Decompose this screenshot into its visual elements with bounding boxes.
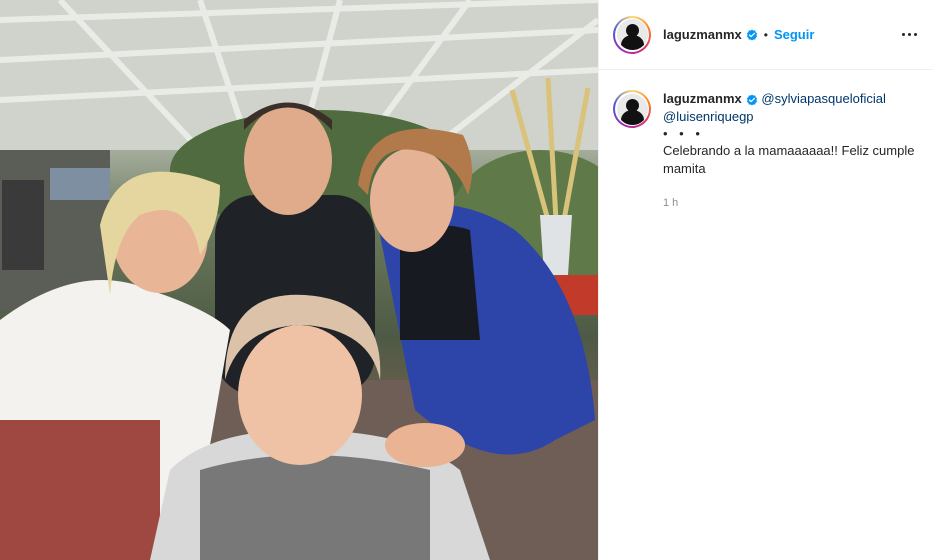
post-side-panel: laguzmanmx • Seguir laguzmanmx @sylviapa… (598, 0, 933, 560)
instagram-post: laguzmanmx • Seguir laguzmanmx @sylviapa… (0, 0, 933, 560)
verified-badge-icon (746, 29, 758, 41)
caption-comment: laguzmanmx @sylviapasqueloficial @luisen… (599, 70, 933, 212)
caption-body: laguzmanmx @sylviapasqueloficial @luisen… (663, 90, 919, 212)
verified-badge-icon (746, 94, 758, 106)
more-horizontal-icon[interactable] (899, 25, 919, 45)
caption-text: Celebrando a la mamaaaaaa!! Feliz cumple… (663, 143, 915, 176)
avatar-image (616, 19, 648, 50)
post-photo[interactable] (0, 0, 598, 560)
mention-link-sylviapasqueloficial[interactable]: @sylviapasqueloficial (761, 91, 885, 106)
follow-button[interactable]: Seguir (774, 27, 814, 42)
author-avatar[interactable] (613, 15, 651, 54)
post-photo-illustration (0, 0, 598, 560)
caption-author-avatar[interactable] (613, 90, 651, 128)
avatar-image (616, 93, 648, 125)
caption-author-username[interactable]: laguzmanmx (663, 91, 742, 106)
caption-dots: • • • (663, 126, 704, 141)
post-header: laguzmanmx • Seguir (599, 0, 933, 70)
author-username[interactable]: laguzmanmx (663, 27, 742, 42)
header-separator: • (763, 27, 768, 42)
mention-link-luisenriquegp[interactable]: @luisenriquegp (663, 109, 754, 124)
post-timestamp[interactable]: 1 h (663, 194, 919, 212)
